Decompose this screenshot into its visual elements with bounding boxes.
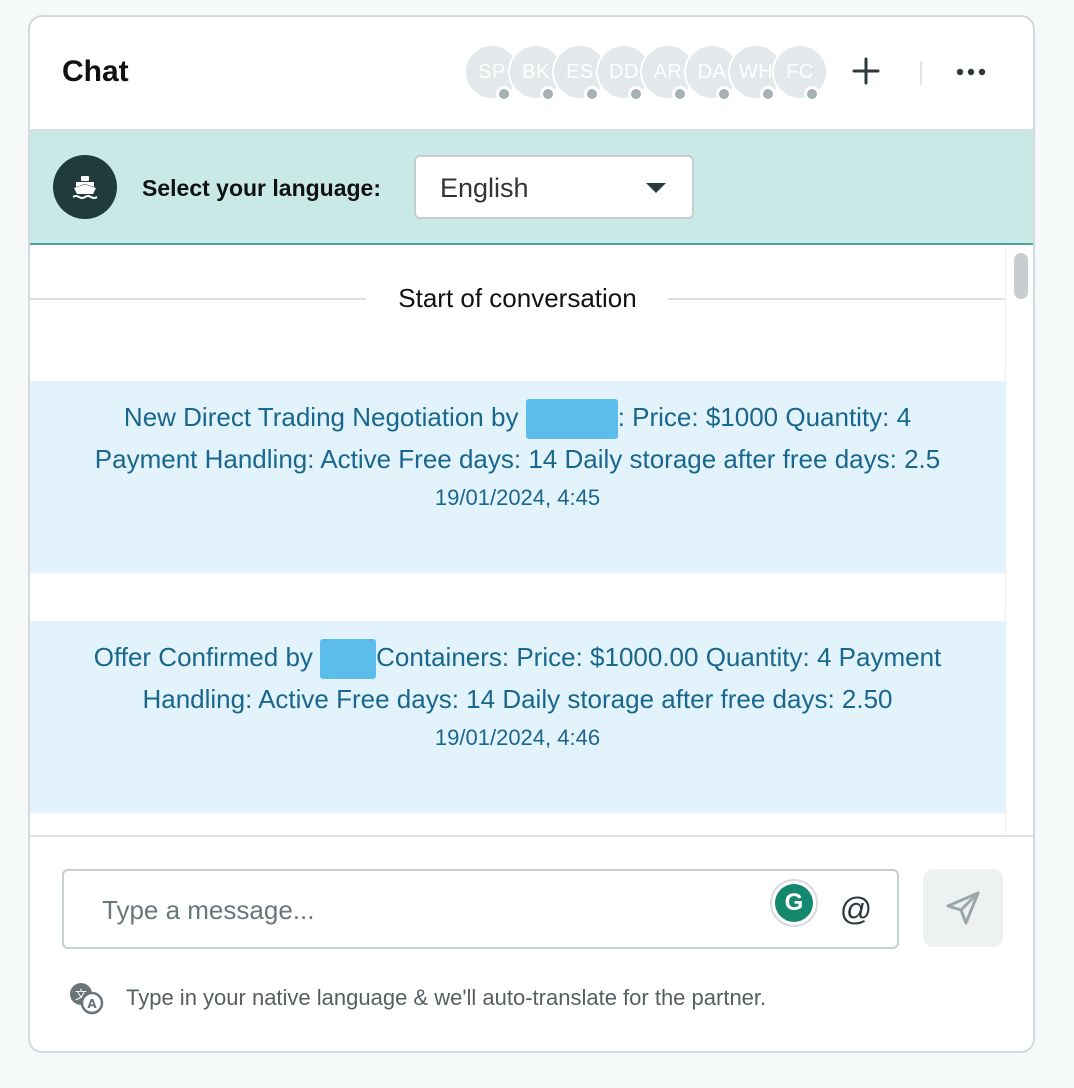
header-divider xyxy=(920,61,922,85)
send-button[interactable] xyxy=(923,869,1003,947)
grammarly-icon: G xyxy=(775,884,813,922)
plus-icon xyxy=(852,57,880,85)
send-icon xyxy=(946,891,980,925)
translate-icon: 文 A xyxy=(70,983,104,1015)
presence-dot xyxy=(496,86,512,102)
translate-hint: 文 A Type in your native language & we'll… xyxy=(68,981,968,1017)
language-bar: Select your language: English xyxy=(30,131,1033,245)
presence-dot xyxy=(584,86,600,102)
svg-text:A: A xyxy=(87,997,97,1011)
presence-dot xyxy=(540,86,556,102)
presence-dot xyxy=(716,86,732,102)
add-participant-button[interactable] xyxy=(848,53,884,89)
language-selected-value: English xyxy=(440,173,529,203)
presence-dot xyxy=(760,86,776,102)
message-input[interactable] xyxy=(102,891,722,929)
more-options-button[interactable] xyxy=(952,55,990,89)
language-select[interactable]: English xyxy=(414,155,694,219)
presence-dot xyxy=(628,86,644,102)
chat-title: Chat xyxy=(62,55,129,88)
participant-avatars: SP BK ES DD AR DA WH FC xyxy=(464,44,834,104)
message-scrollbar[interactable] xyxy=(1005,247,1033,837)
ship-icon xyxy=(72,176,98,199)
translate-hint-text: Type in your native language & we'll aut… xyxy=(126,985,767,1010)
system-message: Offer Confirmed by Containers: Price: $1… xyxy=(30,621,1005,813)
ship-badge xyxy=(53,155,117,219)
language-label: Select your language: xyxy=(142,175,382,201)
redacted-name xyxy=(525,399,618,440)
message-timestamp: 19/01/2024, 4:45 xyxy=(434,485,601,511)
chevron-down-icon xyxy=(646,183,666,193)
redacted-name xyxy=(320,639,377,680)
more-horizontal-icon xyxy=(956,68,986,76)
composer-divider xyxy=(30,835,1033,837)
message-list: Start of conversation New Direct Trading… xyxy=(30,247,1005,837)
message-body: New Direct Trading Negotiation by : Pric… xyxy=(70,397,965,479)
chat-header: Chat SP BK ES DD AR DA WH FC xyxy=(30,17,1033,131)
divider-line xyxy=(668,298,1005,300)
message-timestamp: 19/01/2024, 4:46 xyxy=(434,725,601,751)
message-prefix: Offer Confirmed by xyxy=(93,642,313,672)
message-prefix: New Direct Trading Negotiation by xyxy=(123,402,519,432)
scrollbar-thumb[interactable] xyxy=(1014,253,1028,299)
chat-panel: Chat SP BK ES DD AR DA WH FC Select your… xyxy=(28,15,1035,1053)
presence-dot xyxy=(672,86,688,102)
system-message: New Direct Trading Negotiation by : Pric… xyxy=(30,381,1005,573)
mention-button[interactable]: @ xyxy=(836,889,876,929)
presence-dot xyxy=(804,86,820,102)
message-body: Offer Confirmed by Containers: Price: $1… xyxy=(70,637,965,719)
grammarly-button[interactable]: G xyxy=(770,879,818,927)
conversation-start-divider: Start of conversation xyxy=(30,283,1005,313)
participant-avatar[interactable]: FC xyxy=(772,44,828,102)
message-input-box[interactable]: G @ xyxy=(62,869,899,949)
